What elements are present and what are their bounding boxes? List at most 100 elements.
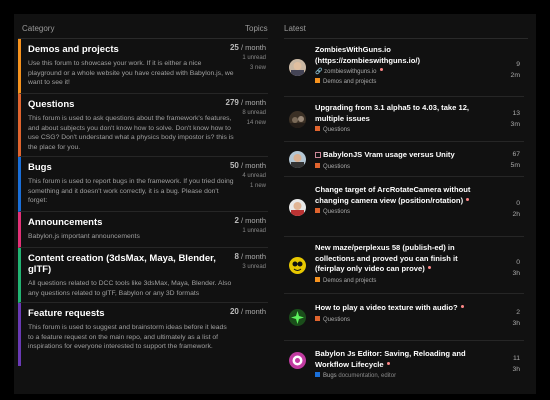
- user-avatar[interactable]: [289, 111, 306, 128]
- category-badge-label[interactable]: Questions: [323, 127, 350, 133]
- topic-title[interactable]: Babylon Js Editor: Saving, Reloading and…: [315, 349, 483, 380]
- category-badge-icon: [315, 78, 320, 83]
- topic-title-text[interactable]: How to play a video texture with audio?: [315, 303, 458, 312]
- new-count[interactable]: 14 new: [226, 119, 266, 127]
- user-avatar[interactable]: [289, 352, 306, 369]
- topic-category[interactable]: Questions: [315, 162, 483, 171]
- topic-row[interactable]: New maze/perplexus 58 (publish-ed) in co…: [284, 237, 524, 294]
- topic-count: 20: [229, 307, 239, 316]
- column-header-latest: Latest: [284, 24, 306, 33]
- reply-count: 13: [512, 110, 520, 117]
- category-badge-icon: [315, 162, 320, 168]
- topic-category[interactable]: Bugs documentation, editor: [315, 372, 483, 380]
- checkbox-icon: [315, 152, 321, 158]
- topic-category[interactable]: Demos and projects: [315, 276, 483, 285]
- topic-unit: / month: [240, 216, 266, 225]
- category-badge-label[interactable]: Questions: [323, 209, 350, 215]
- category-title[interactable]: Announcements: [28, 217, 268, 228]
- category-title[interactable]: Content creation (3dsMax, Maya, Blender,…: [28, 253, 268, 275]
- category-questions[interactable]: Questions This forum is used to ask ques…: [18, 94, 268, 157]
- category-topic-rate: 50 / month 4 unread 1 new: [230, 161, 266, 190]
- new-count[interactable]: 3 new: [230, 64, 266, 72]
- category-description: Babylon.js important announcements: [28, 233, 140, 240]
- topic-row[interactable]: Babylon Js Editor: Saving, Reloading and…: [284, 341, 524, 393]
- topic-stats: 2 3h: [512, 307, 520, 329]
- category-badge-label[interactable]: Questions: [323, 164, 350, 170]
- user-avatar[interactable]: [289, 257, 306, 274]
- reply-count: 11: [512, 355, 520, 362]
- topic-stats: 0 3h: [512, 257, 520, 279]
- unread-dot: [386, 361, 390, 365]
- user-avatar[interactable]: [289, 199, 306, 216]
- topic-title[interactable]: Upgrading from 3.1 alpha5 to 4.03, take …: [315, 103, 483, 134]
- activity-age[interactable]: 3h: [512, 318, 520, 329]
- category-topic-rate: 20 / month: [230, 307, 266, 316]
- new-count[interactable]: 1 new: [230, 182, 266, 190]
- topic-row[interactable]: BabylonJS Vram usage versus Unity Questi…: [284, 142, 524, 177]
- unread-count[interactable]: 4 unread: [230, 172, 266, 180]
- unread-dot: [427, 266, 431, 269]
- category-topic-rate: 8 / month 3 unread: [234, 252, 266, 271]
- topic-unit: / month: [240, 252, 266, 261]
- topic-title-text[interactable]: BabylonJS Vram usage versus Unity: [323, 150, 455, 159]
- topic-title-text[interactable]: ZombiesWithGuns.io (https://zombieswithg…: [315, 45, 420, 65]
- topic-row[interactable]: Upgrading from 3.1 alpha5 to 4.03, take …: [284, 97, 524, 142]
- category-bugs[interactable]: Bugs This forum is used to report bugs i…: [18, 157, 268, 212]
- link-text[interactable]: zombieswithguns.io: [324, 69, 376, 75]
- topic-stats: 11 3h: [512, 353, 520, 375]
- topic-title[interactable]: ZombiesWithGuns.io (https://zombieswithg…: [315, 45, 483, 86]
- topic-title-text[interactable]: Babylon Js Editor: Saving, Reloading and…: [315, 349, 466, 369]
- activity-age[interactable]: 3h: [512, 364, 520, 375]
- unread-count[interactable]: 3 unread: [234, 263, 266, 271]
- topic-title[interactable]: How to play a video texture with audio? …: [315, 303, 483, 324]
- category-badge-icon: [315, 208, 320, 213]
- unread-count[interactable]: 8 unread: [226, 109, 266, 117]
- category-badge-label[interactable]: Bugs: [323, 373, 337, 379]
- topic-title-text[interactable]: Change target of ArcRotateCamera without…: [315, 185, 470, 205]
- topic-row[interactable]: How to play a video texture with audio? …: [284, 294, 524, 341]
- activity-age[interactable]: 5m: [511, 160, 520, 171]
- topic-unit: / month: [240, 307, 266, 316]
- column-header-category: Category: [22, 24, 55, 33]
- category-feature-requests[interactable]: Feature requests This forum is used to s…: [18, 303, 268, 366]
- unread-count[interactable]: 1 unread: [230, 54, 266, 62]
- user-avatar[interactable]: [289, 309, 306, 326]
- topic-category[interactable]: Questions: [315, 208, 483, 216]
- topic-title[interactable]: BabylonJS Vram usage versus Unity Questi…: [315, 150, 483, 171]
- category-badge-label[interactable]: Demos and projects: [323, 278, 376, 284]
- activity-age[interactable]: 3m: [511, 119, 520, 130]
- reply-count: 9: [516, 61, 520, 68]
- category-badge-icon: [315, 126, 320, 131]
- reply-count: 0: [516, 259, 520, 266]
- unread-count[interactable]: 1 unread: [234, 227, 266, 235]
- category-topic-rate: 2 / month 1 unread: [234, 216, 266, 235]
- reply-count: 67: [512, 151, 520, 158]
- topic-category[interactable]: Questions: [315, 126, 483, 134]
- reply-count: 2: [516, 309, 520, 316]
- topic-title[interactable]: New maze/perplexus 58 (publish-ed) in co…: [315, 243, 483, 285]
- category-badge-icon: [315, 315, 320, 321]
- activity-age[interactable]: 2h: [512, 209, 520, 220]
- user-avatar[interactable]: [289, 151, 306, 168]
- activity-age[interactable]: 3h: [512, 268, 520, 279]
- topic-category[interactable]: Demos and projects: [315, 78, 483, 86]
- topic-count: 8: [234, 252, 239, 261]
- topic-unit: / month: [240, 98, 266, 107]
- topic-row[interactable]: Change target of ArcRotateCamera without…: [284, 177, 524, 237]
- topic-link[interactable]: 🔗 zombieswithguns.io: [315, 68, 483, 76]
- category-demos-and-projects[interactable]: Demos and projects Use this forum to sho…: [18, 39, 268, 94]
- topic-title[interactable]: Change target of ArcRotateCamera without…: [315, 185, 483, 216]
- topic-count: 279: [225, 98, 239, 107]
- topic-row[interactable]: ZombiesWithGuns.io (https://zombieswithg…: [284, 39, 524, 97]
- category-badge-label[interactable]: Questions: [323, 317, 350, 323]
- topic-title-text[interactable]: New maze/perplexus 58 (publish-ed) in co…: [315, 243, 458, 273]
- user-avatar[interactable]: [289, 59, 306, 76]
- category-badge-label[interactable]: Demos and projects: [323, 79, 376, 85]
- category-announcements[interactable]: Announcements Babylon.js important annou…: [18, 212, 268, 248]
- category-content-creation[interactable]: Content creation (3dsMax, Maya, Blender,…: [18, 248, 268, 303]
- topic-title-text[interactable]: Upgrading from 3.1 alpha5 to 4.03, take …: [315, 103, 469, 123]
- topic-tags[interactable]: documentation, editor: [338, 373, 396, 379]
- topic-stats: 0 2h: [512, 198, 520, 220]
- topic-category[interactable]: Questions: [315, 315, 483, 324]
- activity-age[interactable]: 2m: [511, 70, 520, 81]
